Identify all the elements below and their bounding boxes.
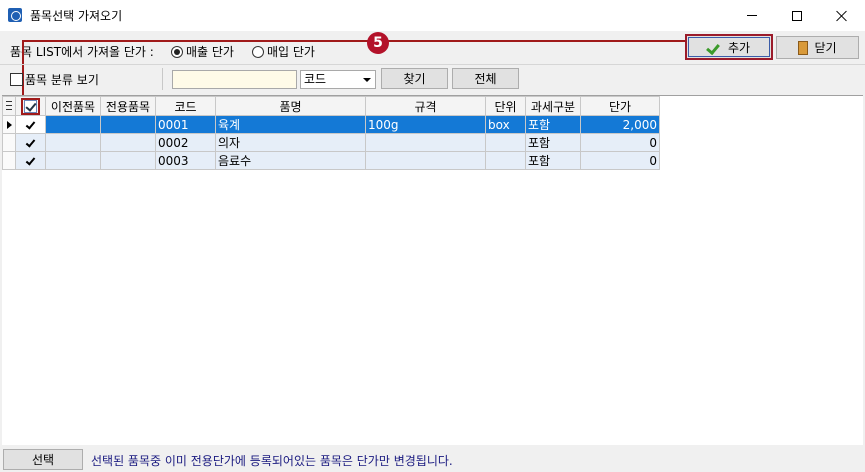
cell-price[interactable]: 2,000 — [580, 115, 660, 134]
column-header-spec[interactable]: 규격 — [365, 96, 486, 116]
cell-code[interactable]: 0001 — [155, 115, 216, 134]
radio-buy-price[interactable]: 매입 단가 — [252, 43, 315, 60]
table-row[interactable]: 0003 음료수 포함 0 — [2, 151, 660, 170]
row-checkbox[interactable] — [15, 151, 46, 170]
cell-code[interactable]: 0002 — [155, 133, 216, 152]
table-row[interactable]: 0001 육계 100g box 포함 2,000 — [2, 115, 660, 134]
check-icon — [25, 154, 36, 166]
add-button-label: 추가 — [727, 40, 751, 55]
add-button[interactable]: 추가 — [685, 34, 773, 60]
checkmark-icon — [708, 41, 722, 53]
item-grid: 이전품목 전용품목 코드 품명 규격 단위 과세구분 단가 0001 육계 10… — [2, 96, 660, 170]
check-icon — [25, 136, 36, 148]
column-header-unit[interactable]: 단위 — [485, 96, 526, 116]
maximize-icon — [791, 10, 802, 21]
category-view-checkbox[interactable]: 품목 분류 보기 — [10, 71, 99, 88]
close-button-label: 닫기 — [814, 41, 837, 55]
cell-spec[interactable] — [365, 151, 486, 170]
find-button[interactable]: 찾기 — [381, 68, 448, 89]
cell-unit[interactable]: box — [485, 115, 526, 134]
radio-sell-label: 매출 단가 — [186, 45, 234, 59]
select-all-highlight — [21, 97, 40, 115]
row-indicator — [2, 133, 16, 152]
cell-name[interactable]: 음료수 — [215, 151, 366, 170]
search-input[interactable] — [172, 70, 297, 89]
cell-prev[interactable] — [45, 115, 101, 134]
cell-price[interactable]: 0 — [580, 151, 660, 170]
radio-buy-label: 매입 단가 — [267, 45, 315, 59]
cell-name[interactable]: 육계 — [215, 115, 366, 134]
show-all-button[interactable]: 전체 — [452, 68, 519, 89]
select-button[interactable]: 선택 — [3, 449, 83, 470]
toolbar-separator — [162, 68, 163, 90]
row-checkbox[interactable] — [15, 115, 46, 134]
cell-tax[interactable]: 포함 — [525, 151, 581, 170]
category-view-label: 품목 분류 보기 — [25, 73, 99, 87]
select-all-checkbox[interactable] — [24, 99, 37, 113]
cell-exclusive[interactable] — [100, 115, 156, 134]
cell-tax[interactable]: 포함 — [525, 133, 581, 152]
row-menu-cell[interactable] — [2, 96, 16, 116]
column-header-tax[interactable]: 과세구분 — [525, 96, 581, 116]
minimize-icon — [746, 15, 757, 16]
window-title: 품목선택 가져오기 — [30, 9, 123, 23]
cell-spec[interactable] — [365, 133, 486, 152]
cell-code[interactable]: 0003 — [155, 151, 216, 170]
app-icon — [8, 8, 22, 22]
checkbox-icon — [10, 73, 23, 86]
column-header-exclusive-item[interactable]: 전용품목 — [100, 96, 156, 116]
select-all-cell[interactable] — [15, 96, 46, 116]
radio-sell-price[interactable]: 매출 단가 — [171, 43, 234, 60]
cell-exclusive[interactable] — [100, 151, 156, 170]
current-row-arrow-icon — [6, 120, 12, 129]
column-header-code[interactable]: 코드 — [155, 96, 216, 116]
maximize-button[interactable] — [774, 0, 819, 31]
cell-tax[interactable]: 포함 — [525, 115, 581, 134]
cell-prev[interactable] — [45, 133, 101, 152]
grid-header-row: 이전품목 전용품목 코드 품명 규격 단위 과세구분 단가 — [2, 96, 660, 116]
column-header-prev-item[interactable]: 이전품목 — [45, 96, 101, 116]
door-icon — [798, 40, 809, 55]
chevron-down-icon — [363, 78, 371, 82]
check-icon — [25, 118, 36, 130]
radio-selected-icon — [171, 45, 183, 58]
cell-price[interactable]: 0 — [580, 133, 660, 152]
cell-spec[interactable]: 100g — [365, 115, 486, 134]
search-field-value: 코드 — [304, 72, 327, 86]
find-button-label: 찾기 — [403, 72, 426, 86]
table-row[interactable]: 0002 의자 포함 0 — [2, 133, 660, 152]
row-indicator — [2, 151, 16, 170]
callout-badge: 5 — [367, 32, 389, 54]
column-header-name[interactable]: 품명 — [215, 96, 366, 116]
item-grid-panel: 이전품목 전용품목 코드 품명 규격 단위 과세구분 단가 0001 육계 10… — [2, 95, 863, 445]
minimize-button[interactable] — [729, 0, 774, 31]
radio-unselected-icon — [252, 45, 264, 58]
row-checkbox[interactable] — [15, 133, 46, 152]
show-all-button-label: 전체 — [474, 72, 497, 86]
menu-icon — [6, 101, 12, 110]
cell-unit[interactable] — [485, 133, 526, 152]
row-indicator — [2, 115, 16, 134]
select-button-label: 선택 — [31, 453, 55, 467]
title-bar: 품목선택 가져오기 — [0, 0, 865, 31]
footer-message: 선택된 품목중 이미 전용단가에 등록되어있는 품목은 단가만 변경됩니다. — [91, 454, 453, 468]
callout-line-horizontal — [22, 40, 685, 42]
search-field-select[interactable]: 코드 — [300, 70, 376, 89]
toolbar-divider — [0, 64, 865, 65]
close-button[interactable]: 닫기 — [776, 36, 859, 59]
cell-prev[interactable] — [45, 151, 101, 170]
cell-exclusive[interactable] — [100, 133, 156, 152]
close-window-button[interactable] — [819, 0, 864, 31]
column-header-price[interactable]: 단가 — [580, 96, 660, 116]
price-source-label: 품목 LIST에서 가져올 단가 : — [10, 45, 154, 59]
cell-unit[interactable] — [485, 151, 526, 170]
cell-name[interactable]: 의자 — [215, 133, 366, 152]
close-icon — [836, 10, 848, 22]
